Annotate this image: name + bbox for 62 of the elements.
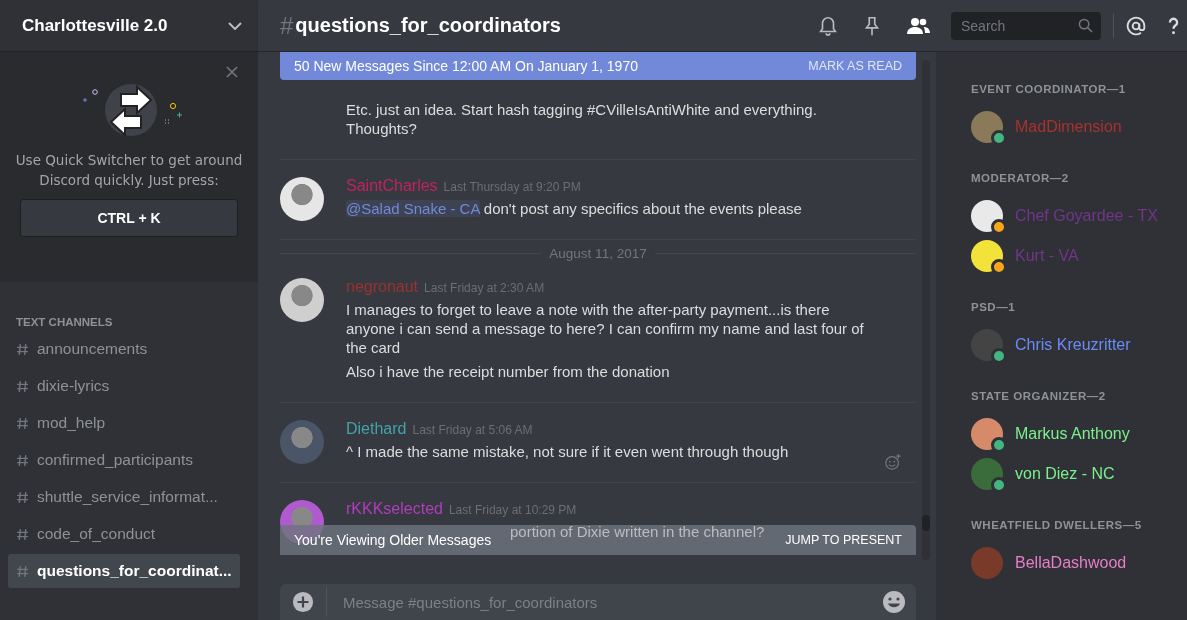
date-divider: August 11, 2017: [548, 246, 648, 261]
channel-item[interactable]: announcements: [8, 332, 240, 366]
scrollbar-thumb[interactable]: [922, 515, 930, 531]
channel-item[interactable]: shuttle_service_informat...: [8, 480, 240, 514]
role-heading: PSD—1: [971, 300, 1017, 314]
channel-item[interactable]: questions_for_coordinat...: [8, 554, 240, 588]
message-input[interactable]: Message #questions_for_coordinators: [326, 587, 882, 617]
search-input[interactable]: Search: [959, 16, 1073, 35]
add-attachment-icon[interactable]: [292, 591, 314, 613]
message-composer[interactable]: Message #questions_for_coordinators: [280, 584, 916, 620]
hash-icon: [16, 342, 29, 356]
bell-icon[interactable]: [817, 14, 839, 37]
mention-icon[interactable]: [1126, 15, 1146, 36]
hash-icon: [16, 453, 29, 467]
server-name: Charlottesville 2.0: [22, 15, 168, 36]
channel-item[interactable]: code_of_conduct: [8, 517, 240, 551]
user-avatar: [280, 278, 324, 322]
emoji-icon[interactable]: [882, 590, 906, 614]
shortcut-button[interactable]: CTRL + K: [20, 199, 238, 237]
channel-item[interactable]: dixie-lyrics: [8, 369, 240, 403]
author-name[interactable]: rKKKselected: [346, 500, 443, 518]
user-avatar: [280, 420, 324, 464]
chevron-down-icon: [228, 21, 242, 30]
member-avatar: [971, 547, 1003, 579]
message-text: @Salad Snake - CA don't post any specifics about the events please: [346, 199, 803, 218]
user-mention[interactable]: @Salad Snake - CA: [346, 200, 480, 217]
category-label: TEXT CHANNELS: [16, 316, 114, 328]
add-reaction-icon[interactable]: [884, 453, 902, 471]
help-icon[interactable]: [1168, 16, 1179, 35]
role-heading: EVENT COORDINATOR—1: [971, 82, 1127, 96]
role-heading: STATE ORGANIZER—2: [971, 389, 1107, 403]
hash-icon: [16, 527, 29, 541]
role-heading: WHEATFIELD DWELLERS—5: [971, 518, 1143, 532]
role-heading: MODERATOR—2: [971, 171, 1070, 185]
mark-as-read-link[interactable]: MARK AS READ: [808, 59, 902, 73]
member-name[interactable]: Markus Anthony: [1015, 425, 1130, 443]
message-text: Etc. just an idea. Start hash tagging #CVilleIsAntiWhite and everything. Thoughts?: [346, 100, 818, 138]
message-text: Also i have the receipt number from the donation: [346, 362, 671, 381]
hash-icon: [16, 416, 29, 430]
search-field[interactable]: Search: [951, 11, 1101, 40]
member-name[interactable]: BellaDashwood: [1015, 554, 1127, 572]
channel-title: questions_for_coordinators: [295, 14, 561, 37]
message-text: portion of Dixie written in the channel?: [510, 522, 765, 541]
message-text: ^ I made the same mistake, not sure if it even went through though: [346, 442, 790, 461]
channel-item[interactable]: confirmed_participants: [8, 443, 240, 477]
hash-symbol: #: [280, 11, 294, 40]
quick-switcher-hint: Use Quick Switcher to get around Discord quickly. Just press:: [14, 151, 244, 190]
channel-item[interactable]: mod_help: [8, 406, 240, 440]
search-icon: [1078, 18, 1093, 33]
hash-icon: [16, 564, 29, 578]
member-name[interactable]: von Diez - NC: [1015, 465, 1115, 483]
jump-to-present-link[interactable]: JUMP TO PRESENT: [785, 533, 902, 547]
user-avatar: [280, 177, 324, 221]
close-icon[interactable]: [226, 66, 238, 78]
hash-icon: [16, 490, 29, 504]
new-messages-text: 50 New Messages Since 12:00 AM On January 1, 1970: [294, 58, 638, 74]
message-text: I manages to forget to leave a note with the after-party payment...is there anyone i can send a message to here? I can confirm my name and last four of the card: [346, 300, 865, 357]
older-messages-text: You're Viewing Older Messages: [294, 532, 492, 548]
scrollbar[interactable]: [922, 60, 930, 560]
hash-icon: [16, 379, 29, 393]
member-name[interactable]: Chris Kreuzritter: [1015, 336, 1131, 354]
author-name[interactable]: Diethard: [346, 420, 407, 438]
